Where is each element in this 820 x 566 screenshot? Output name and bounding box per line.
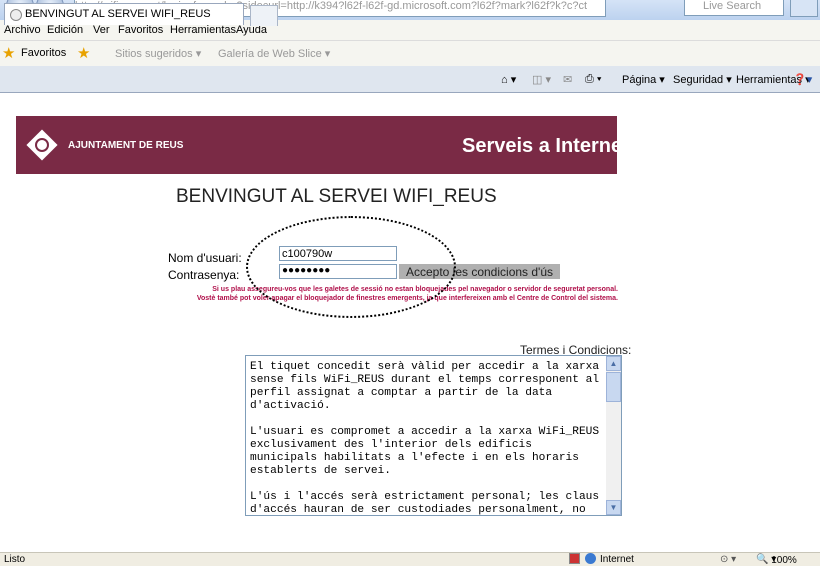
zone-text: Internet bbox=[600, 554, 634, 565]
menu-herramientas[interactable]: Herramientas bbox=[170, 24, 236, 36]
terms-textarea[interactable]: El tiquet concedit serà vàlid per accedi… bbox=[245, 355, 622, 516]
feeds-icon[interactable]: ◫ ▾ bbox=[532, 73, 551, 86]
fav-web-slice-gallery[interactable]: Galería de Web Slice ▾ bbox=[218, 47, 330, 60]
safety-menu[interactable]: Seguridad ▾ bbox=[673, 73, 732, 86]
globe-icon bbox=[585, 553, 596, 564]
page-title: BENVINGUT AL SERVEI WIFI_REUS bbox=[176, 186, 497, 207]
fav-suggested-sites[interactable]: Sitios sugeridos ▾ bbox=[115, 47, 201, 60]
favorites-button[interactable]: Favoritos bbox=[21, 47, 66, 59]
highlight-ellipse bbox=[246, 216, 456, 318]
page-menu[interactable]: Página ▾ bbox=[622, 73, 665, 86]
favorites-bar: ★ Favoritos ★ Sitios sugeridos ▾ Galería… bbox=[0, 41, 820, 66]
page-favicon-icon bbox=[10, 9, 22, 21]
status-text: Listo bbox=[4, 554, 26, 565]
city-logo-icon bbox=[26, 129, 59, 162]
username-label: Nom d'usuari: bbox=[168, 251, 242, 265]
org-name: AJUNTAMENT DE REUS bbox=[68, 140, 184, 151]
service-title: Serveis a Internet bbox=[462, 135, 629, 157]
tab-active[interactable]: BENVINGUT AL SERVEI WIFI_REUS bbox=[4, 3, 244, 25]
search-button[interactable] bbox=[790, 0, 818, 17]
scroll-down-icon[interactable]: ▼ bbox=[606, 500, 621, 515]
scroll-thumb[interactable] bbox=[606, 372, 621, 402]
status-bar: Listo Internet ⊙ ▾ 🔍 100% ▾ bbox=[0, 552, 820, 566]
password-label: Contrasenya: bbox=[168, 268, 240, 282]
zoom-value: 100% bbox=[771, 555, 797, 566]
live-search-input[interactable]: Live Search bbox=[684, 0, 784, 16]
live-search-placeholder: Live Search bbox=[703, 0, 762, 12]
zoom-level[interactable]: 🔍 100% ▾ bbox=[756, 554, 797, 566]
menu-favoritos[interactable]: Favoritos bbox=[118, 24, 163, 36]
help-icon[interactable]: ❓▾ bbox=[793, 73, 812, 86]
menu-ver[interactable]: Ver bbox=[93, 24, 110, 36]
security-zone-icon bbox=[569, 553, 580, 564]
new-tab-button[interactable] bbox=[250, 5, 278, 26]
menu-archivo[interactable]: Archivo bbox=[4, 24, 41, 36]
add-favorite-icon[interactable]: ★ bbox=[77, 44, 90, 62]
menu-edicion[interactable]: Edición bbox=[47, 24, 83, 36]
terms-scrollbar[interactable]: ▲ ▼ bbox=[606, 356, 621, 515]
tab-title: BENVINGUT AL SERVEI WIFI_REUS bbox=[25, 8, 211, 20]
favorites-star-icon: ★ bbox=[2, 45, 16, 62]
terms-text: El tiquet concedit serà vàlid per accedi… bbox=[250, 361, 600, 516]
print-icon[interactable]: ⎙ ▾ bbox=[585, 73, 601, 86]
protected-mode-icon[interactable]: ⊙ ▾ bbox=[720, 554, 736, 565]
refresh-stop-icons[interactable] bbox=[605, 0, 665, 16]
home-icon[interactable]: ⌂ ▾ bbox=[501, 73, 516, 86]
scroll-up-icon[interactable]: ▲ bbox=[606, 356, 621, 371]
mail-icon[interactable]: ✉ bbox=[563, 73, 572, 86]
